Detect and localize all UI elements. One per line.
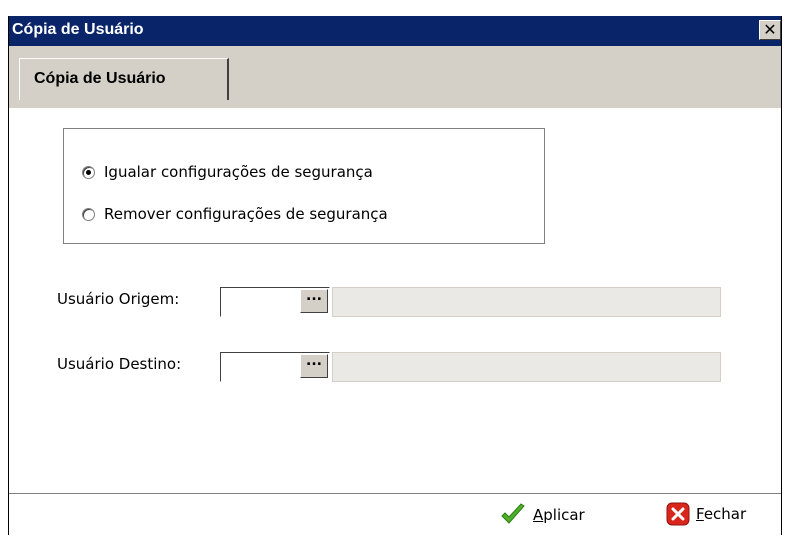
usuario-origem-lookup-button[interactable]: ... [300, 289, 328, 313]
ellipsis-icon: ... [306, 288, 322, 304]
aplicar-label: Aplicar [533, 506, 585, 524]
close-red-icon [666, 502, 690, 526]
ellipsis-icon: ... [306, 353, 322, 369]
security-option-group: Igualar configurações de segurança Remov… [63, 128, 545, 244]
window-title: Cópia de Usuário [12, 21, 144, 38]
usuario-origem-name-display [332, 287, 721, 317]
aplicar-button[interactable]: Aplicar [499, 502, 585, 528]
radio-igualar[interactable] [82, 165, 95, 179]
tab-label: Cópia de Usuário [34, 70, 166, 87]
usuario-origem-code-input[interactable]: ... [220, 287, 330, 317]
option-igualar-label: Igualar configurações de segurança [104, 163, 373, 181]
fechar-button[interactable]: Fechar [666, 502, 746, 526]
radio-remover[interactable] [82, 207, 95, 221]
option-remover[interactable]: Remover configurações de segurança [82, 205, 388, 223]
button-bar: Aplicar Fechar [9, 494, 781, 535]
tab-strip: Cópia de Usuário [9, 46, 781, 108]
title-bar[interactable]: Cópia de Usuário ✕ [9, 16, 781, 46]
usuario-destino-name-display [332, 352, 721, 382]
fechar-label: Fechar [696, 505, 747, 523]
usuario-origem-label: Usuário Origem: [57, 290, 180, 308]
option-remover-label: Remover configurações de segurança [104, 205, 388, 223]
dialog-window: Cópia de Usuário ✕ Cópia de Usuário Igua… [8, 16, 782, 535]
option-igualar[interactable]: Igualar configurações de segurança [82, 163, 373, 181]
usuario-destino-label: Usuário Destino: [57, 355, 182, 373]
tab-copia-usuario[interactable]: Cópia de Usuário [19, 58, 229, 100]
usuario-destino-lookup-button[interactable]: ... [300, 354, 328, 378]
window-close-button[interactable]: ✕ [759, 20, 781, 40]
usuario-destino-code-input[interactable]: ... [220, 352, 330, 382]
close-icon: ✕ [763, 20, 777, 39]
check-icon [501, 503, 525, 524]
tab-panel: Igualar configurações de segurança Remov… [9, 108, 781, 494]
